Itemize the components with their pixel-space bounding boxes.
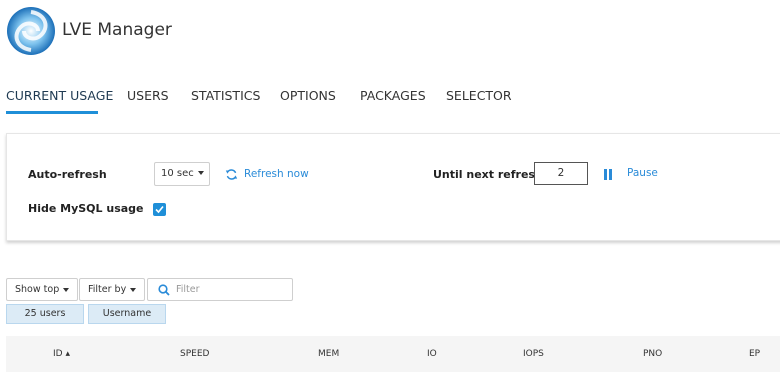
column-header-ep[interactable]: EP xyxy=(749,349,760,359)
filter-by-dropdown[interactable]: Filter by xyxy=(79,278,146,301)
checkmark-icon xyxy=(155,205,164,214)
app-title: LVE Manager xyxy=(62,20,172,40)
column-header-speed[interactable]: SPEED xyxy=(180,349,209,359)
column-header-pno[interactable]: PNO xyxy=(643,349,662,359)
tab-selector[interactable]: SELECTOR xyxy=(446,88,512,103)
chip-username[interactable]: Username xyxy=(88,304,166,324)
search-icon xyxy=(158,284,170,296)
pause-icon[interactable] xyxy=(603,169,613,180)
hide-mysql-label: Hide MySQL usage xyxy=(28,202,144,215)
settings-panel xyxy=(6,133,780,241)
refresh-now-link[interactable]: Refresh now xyxy=(244,168,309,180)
filter-by-label: Filter by xyxy=(88,284,127,295)
until-next-refresh-label: Until next refresh xyxy=(433,168,543,181)
refresh-interval-dropdown[interactable]: 10 sec xyxy=(154,162,210,186)
refresh-icon[interactable] xyxy=(225,168,238,181)
tab-current-usage[interactable]: CURRENT USAGE xyxy=(6,88,113,103)
table-header: ID ▴ SPEED MEM IO IOPS PNO EP xyxy=(6,336,780,372)
tab-statistics[interactable]: STATISTICS xyxy=(191,88,260,103)
tab-packages[interactable]: PACKAGES xyxy=(360,88,426,103)
column-header-id[interactable]: ID ▴ xyxy=(53,349,70,359)
hide-mysql-checkbox[interactable] xyxy=(153,203,166,216)
tab-users[interactable]: USERS xyxy=(127,88,169,103)
chevron-down-icon xyxy=(197,171,204,175)
chevron-down-icon xyxy=(130,287,137,292)
auto-refresh-label: Auto-refresh xyxy=(28,168,107,181)
filter-input[interactable]: Filter xyxy=(147,278,293,301)
chevron-down-icon xyxy=(63,287,70,292)
filter-placeholder: Filter xyxy=(176,284,200,295)
show-top-label: Show top xyxy=(15,284,60,295)
pause-link[interactable]: Pause xyxy=(627,167,658,179)
column-header-io[interactable]: IO xyxy=(427,349,437,359)
until-next-refresh-value: 2 xyxy=(534,162,588,185)
tab-options[interactable]: OPTIONS xyxy=(280,88,336,103)
column-header-mem[interactable]: MEM xyxy=(318,349,339,359)
refresh-interval-value: 10 sec xyxy=(161,168,194,179)
column-header-iops[interactable]: IOPS xyxy=(523,349,544,359)
lve-logo-icon xyxy=(7,7,55,55)
show-top-dropdown[interactable]: Show top xyxy=(6,278,79,301)
active-tab-indicator xyxy=(6,111,98,114)
chip-user-count[interactable]: 25 users xyxy=(6,304,84,324)
